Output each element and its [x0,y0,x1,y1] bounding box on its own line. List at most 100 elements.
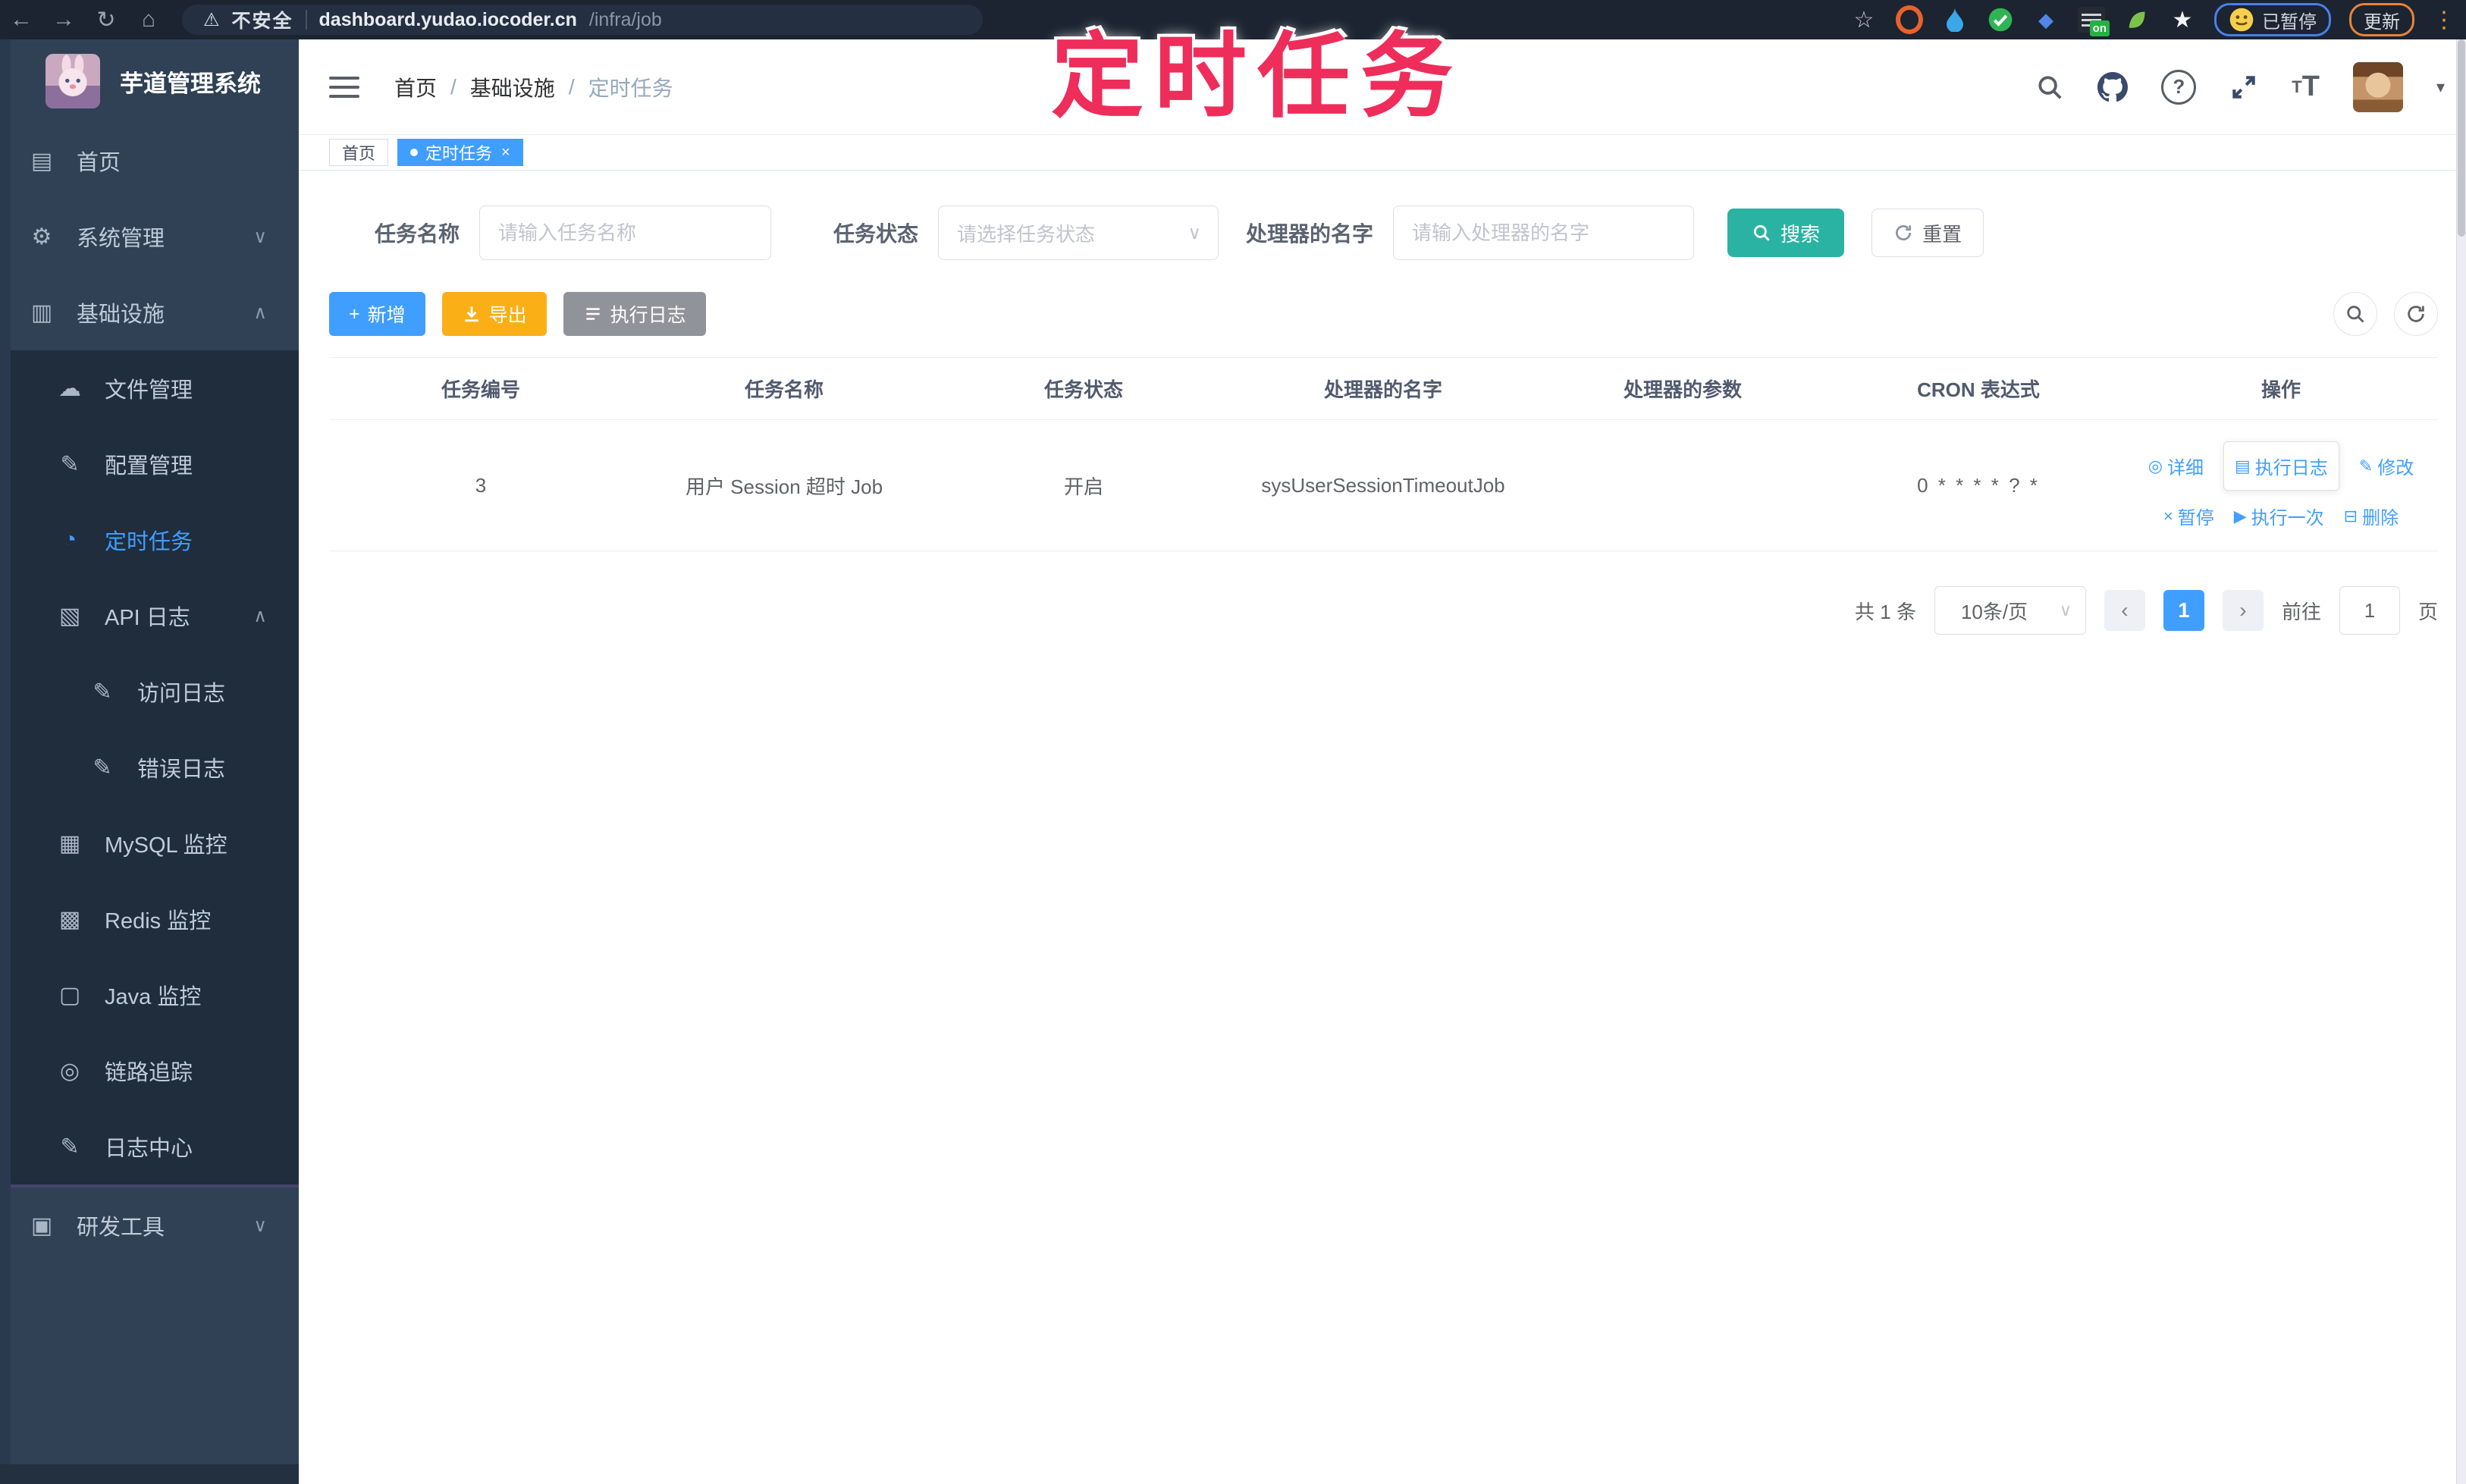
window-scrollbar[interactable] [2456,39,2466,1484]
active-dot-icon [410,149,419,156]
bookmark-star-icon[interactable]: ☆ [1850,6,1878,33]
extension-star-icon[interactable]: ★ [2169,6,2196,33]
help-icon[interactable]: ? [2161,69,2197,105]
extension-green-check-icon[interactable] [1987,6,2014,33]
sidebar-item-home[interactable]: ▤ 首页 [0,123,299,199]
page-content: 任务名称 任务状态 请选择任务状态 ∨ 处理器的名字 搜索 重置 [299,171,2466,1484]
chevron-down-icon: ∨ [253,1215,267,1236]
exec-log-button[interactable]: 执行日志 [563,292,706,336]
export-button[interactable]: 导出 [441,292,547,336]
refresh-button[interactable] [2394,292,2438,336]
breadcrumb-home[interactable]: 首页 [394,72,437,102]
handler-name-input[interactable] [1393,206,1695,260]
extension-orange-icon[interactable] [1896,5,1923,34]
page-size-value: 10条/页 [1960,600,2028,623]
page-unit-label: 页 [2417,600,2438,623]
home-icon[interactable]: ⌂ [127,7,170,33]
sidebar-item-file-mgmt[interactable]: ☁ 文件管理 [0,350,299,426]
job-status-select[interactable]: 请选择任务状态 ∨ [938,206,1219,260]
infrastructure-submenu: ☁ 文件管理 ✎ 配置管理 ◔ 定时任务 ▧ API 日志 ∧ ✎ 访问日志 ✎… [0,350,299,1188]
update-button-label: 更新 [2364,11,2400,33]
dashboard-icon: ▤ [30,148,53,174]
sidebar-item-trace[interactable]: ◎ 链路追踪 [0,1033,299,1109]
security-label: 不安全 [231,11,293,32]
goto-page-input[interactable] [2339,586,2400,635]
tab-home[interactable]: 首页 [329,139,389,166]
cloud-upload-icon: ☁ [58,375,81,401]
sidebar-item-error-log[interactable]: ✎ 错误日志 [0,729,299,805]
app-window: 芋道管理系统 ▤ 首页 ⚙ 系统管理 ∨ ▥ 基础设施 ∧ ☁ 文件管理 ✎ 配… [0,39,2466,1484]
github-icon[interactable] [2097,71,2129,102]
caret-down-icon[interactable]: ▾ [2436,77,2445,97]
detail-link[interactable]: ◎ 详细 [2148,453,2204,479]
cell-job-name: 用户 Session 超时 Job [685,475,883,498]
reset-button[interactable]: 重置 [1871,209,1984,257]
sidebar: 芋道管理系统 ▤ 首页 ⚙ 系统管理 ∨ ▥ 基础设施 ∧ ☁ 文件管理 ✎ 配… [0,39,299,1484]
job-name-label: 任务名称 [375,222,460,246]
profile-paused-badge[interactable]: 已暂停 [2214,3,2331,36]
browser-toolbar-right: ☆ ◆ on ★ 已暂停 更新 ⋮ [1850,0,2455,39]
sidebar-item-label: 首页 [77,151,121,175]
tab-scheduled-jobs[interactable]: 定时任务 × [397,139,523,166]
toggle-search-button[interactable] [2333,292,2377,336]
user-avatar[interactable] [2352,61,2403,112]
address-bar[interactable]: ⚠ 不安全 dashboard.yudao.iocoder.cn/infra/j… [182,5,983,35]
browser-menu-icon[interactable]: ⋮ [2433,7,2455,33]
fullscreen-icon[interactable] [2229,73,2258,102]
edit-link[interactable]: ✎ 修改 [2359,453,2414,479]
page-1-button[interactable]: 1 [2163,590,2204,631]
hamburger-icon[interactable] [329,76,359,98]
search-button[interactable]: 搜索 [1727,209,1845,257]
sidebar-item-scheduled-jobs[interactable]: ◔ 定时任务 [0,502,299,578]
close-icon[interactable]: × [501,144,510,162]
delete-link[interactable]: ⊟ 删除 [2344,503,2399,529]
sidebar-item-label: MySQL 监控 [105,833,227,858]
search-icon[interactable] [2035,73,2064,102]
breadcrumb-infrastructure[interactable]: 基础设施 [470,72,555,102]
cell-handler-name: sysUserSessionTimeoutJob [1261,473,1505,497]
sidebar-item-access-log[interactable]: ✎ 访问日志 [0,654,299,729]
run-once-link[interactable]: ▶ 执行一次 [2234,503,2324,529]
sidebar-item-mysql-monitor[interactable]: ▦ MySQL 监控 [0,805,299,881]
extension-list-icon[interactable]: on [2078,6,2110,36]
page-size-select[interactable]: 10条/页 ∨ [1934,586,2086,635]
app-title: 芋道管理系统 [120,70,261,97]
scrollbar-thumb[interactable] [2458,39,2465,237]
next-page-button[interactable]: › [2222,590,2264,631]
sidebar-item-infrastructure[interactable]: ▥ 基础设施 ∧ [0,275,299,350]
main-area: 首页 / 基础设施 / 定时任务 ? TT ▾ 首页 定时任务 × 任务名称 请… [299,39,2466,1484]
col-cron: CRON 表达式 [1917,378,2040,401]
play-icon: ▶ [2233,506,2247,526]
navbar: 首页 / 基础设施 / 定时任务 ? TT ▾ [299,39,2466,135]
list-icon [585,308,600,320]
update-button[interactable]: 更新 [2349,3,2414,36]
reload-icon[interactable]: ↻ [85,7,127,33]
prev-page-button[interactable]: ‹ [2104,590,2145,631]
app-logo-row[interactable]: 芋道管理系统 [0,39,299,123]
sidebar-item-label: 研发工具 [77,1216,165,1240]
sidebar-item-java-monitor[interactable]: ▢ Java 监控 [0,957,299,1033]
sidebar-item-dev-tools[interactable]: ▣ 研发工具 ∨ [0,1188,299,1263]
sidebar-item-redis-monitor[interactable]: ▩ Redis 监控 [0,881,299,957]
sidebar-item-system-mgmt[interactable]: ⚙ 系统管理 ∨ [0,199,299,275]
forward-icon[interactable]: → [42,7,85,33]
extension-leaf-icon[interactable] [2123,6,2151,33]
add-button[interactable]: + 新增 [329,292,425,336]
back-icon[interactable]: ← [0,7,42,33]
job-name-input[interactable] [479,206,772,260]
refresh-icon [2408,306,2424,322]
sidebar-item-api-log[interactable]: ▧ API 日志 ∧ [0,578,299,654]
extension-gem-icon[interactable]: ◆ [2032,6,2060,33]
sidebar-item-config-mgmt[interactable]: ✎ 配置管理 [0,426,299,502]
exec-log-link[interactable]: ▤ 执行日志 [2223,441,2339,491]
font-size-icon[interactable]: TT [2292,71,2320,103]
infrastructure-icon: ▥ [30,300,53,325]
sidebar-item-label: Redis 监控 [105,909,212,933]
sidebar-item-log-center[interactable]: ✎ 日志中心 [0,1109,299,1184]
extension-drop-icon[interactable] [1941,6,1969,33]
handler-name-label: 处理器的名字 [1246,222,1374,246]
pause-link[interactable]: × 暂停 [2163,503,2214,529]
col-job-id: 任务编号 [441,378,520,401]
job-status-placeholder: 请选择任务状态 [957,222,1096,246]
breadcrumb-separator: / [568,74,575,99]
